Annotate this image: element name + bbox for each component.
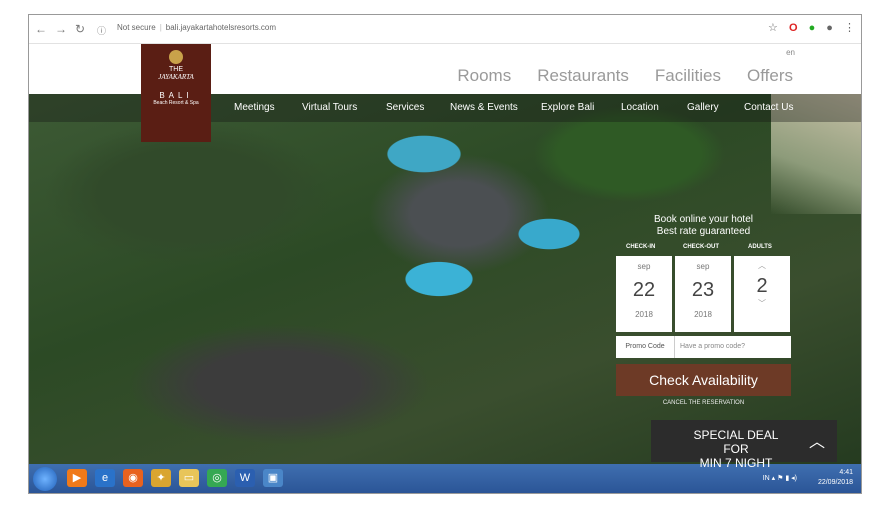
checkout-month: sep bbox=[696, 262, 710, 271]
checkout-date[interactable]: sep 23 2018 bbox=[675, 256, 731, 332]
firefox-icon[interactable]: ◉ bbox=[123, 469, 143, 487]
app-icon[interactable]: ✦ bbox=[151, 469, 171, 487]
promo-label: Promo Code bbox=[616, 336, 675, 358]
browser-chrome: ← → ↻ ⓘ Not secure | bali.jayakartahotelsr… bbox=[29, 15, 861, 44]
clock[interactable]: 4:41 22/09/2018 bbox=[818, 468, 853, 488]
chrome-icon[interactable]: ◎ bbox=[207, 469, 227, 487]
security-label: Not secure bbox=[117, 23, 156, 32]
language-indicator[interactable]: IN bbox=[763, 475, 770, 482]
booking-headers: CHECK-IN CHECK-OUT ADULTS bbox=[616, 242, 791, 256]
checkin-day: 22 bbox=[632, 279, 656, 301]
chevron-up-icon[interactable]: ︿ bbox=[809, 428, 825, 452]
account-icon[interactable]: ● bbox=[826, 22, 833, 34]
back-arrow-icon[interactable]: ← bbox=[35, 22, 47, 36]
logo-line-2: JAYAKARTA bbox=[158, 73, 194, 81]
deal-line-1: SPECIAL DEAL FOR bbox=[693, 428, 779, 456]
url-text: bali.jayakartahotelsresorts.com bbox=[165, 23, 277, 32]
tray-icons: IN ▴ ⚑ ▮ ◂) bbox=[763, 474, 797, 482]
clock-date: 22/09/2018 bbox=[817, 479, 853, 486]
start-button[interactable] bbox=[33, 467, 57, 491]
nav-restaurants[interactable]: Restaurants bbox=[537, 66, 629, 85]
subnav-meetings[interactable]: Meetings bbox=[234, 102, 275, 113]
reload-icon[interactable]: ↻ bbox=[75, 22, 85, 36]
subnav-services[interactable]: Services bbox=[386, 102, 424, 113]
checkin-month: sep bbox=[637, 262, 651, 271]
promo-field: Promo Code Have a promo code? bbox=[616, 336, 791, 358]
nav-facilities[interactable]: Facilities bbox=[655, 66, 721, 85]
logo-line-1: THE bbox=[169, 66, 183, 73]
info-icon[interactable]: ⓘ bbox=[97, 24, 106, 37]
checkin-date[interactable]: sep 22 2018 bbox=[616, 256, 672, 332]
checkin-label: CHECK-IN bbox=[626, 244, 656, 250]
extension-icon[interactable]: ● bbox=[809, 22, 816, 34]
promo-input[interactable]: Have a promo code? bbox=[680, 336, 745, 358]
nav-offers[interactable]: Offers bbox=[747, 66, 793, 85]
chevron-down-icon[interactable]: ﹀ bbox=[734, 298, 790, 309]
subnav-explore-bali[interactable]: Explore Bali bbox=[541, 102, 594, 113]
ie-icon[interactable]: e bbox=[95, 469, 115, 487]
booking-line-1: Book online your hotel bbox=[654, 214, 753, 225]
subnav-location[interactable]: Location bbox=[621, 102, 659, 113]
star-icon[interactable]: ☆ bbox=[768, 22, 778, 34]
special-deal-banner[interactable]: SPECIAL DEAL FOR MIN 7 NIGHT ︿ bbox=[651, 420, 837, 470]
checkout-year: 2018 bbox=[694, 310, 712, 319]
logo-line-4: Beach Resort & Spa bbox=[153, 100, 199, 106]
forward-arrow-icon[interactable]: → bbox=[55, 22, 67, 36]
booking-widget: Book online your hotel Best rate guarant… bbox=[616, 214, 791, 406]
subnav-contact-us[interactable]: Contact Us bbox=[744, 102, 793, 113]
subnav-virtual-tours[interactable]: Virtual Tours bbox=[302, 102, 357, 113]
checkout-day: 23 bbox=[691, 279, 715, 301]
webpage: en Rooms Restaurants Facilities Offers THE … bbox=[29, 44, 861, 470]
media-player-icon[interactable]: ▶ bbox=[67, 469, 87, 487]
hero-image: Meetings Virtual Tours Services News & E… bbox=[29, 94, 861, 464]
deal-text: SPECIAL DEAL FOR MIN 7 NIGHT bbox=[681, 428, 791, 470]
clock-time: 4:41 bbox=[839, 469, 853, 476]
cancel-reservation-link[interactable]: CANCEL THE RESERVATION bbox=[616, 400, 791, 406]
address-bar[interactable]: Not secure | bali.jayakartahotelsresorts.c… bbox=[117, 23, 276, 32]
flag-icon[interactable]: ▴ ⚑ bbox=[772, 475, 784, 482]
logo-line-3: BALI bbox=[159, 91, 193, 100]
subnav-news-events[interactable]: News & Events bbox=[450, 102, 518, 113]
folder-icon[interactable]: ▭ bbox=[179, 469, 199, 487]
check-availability-button[interactable]: Check Availability bbox=[616, 364, 791, 396]
checkout-label: CHECK-OUT bbox=[683, 244, 719, 250]
browser-actions: ☆ O ● ● ⋮ bbox=[760, 21, 855, 34]
menu-icon[interactable]: ⋮ bbox=[844, 22, 855, 34]
booking-line-2: Best rate guaranteed bbox=[656, 226, 751, 237]
volume-icon[interactable]: ◂) bbox=[791, 475, 797, 482]
adults-stepper[interactable]: ︿ 2 ﹀ bbox=[734, 256, 790, 332]
booking-fields: sep 22 2018 sep 23 2018 ︿ 2 ﹀ bbox=[616, 256, 791, 332]
hotel-logo[interactable]: THE JAYAKARTA BALI Beach Resort & Spa bbox=[141, 44, 211, 142]
deal-line-2: MIN 7 NIGHT bbox=[699, 456, 773, 470]
booking-title: Book online your hotel Best rate guarant… bbox=[616, 214, 791, 238]
checkin-year: 2018 bbox=[635, 310, 653, 319]
chevron-up-icon[interactable]: ︿ bbox=[734, 260, 790, 271]
window-icon[interactable]: ▣ bbox=[263, 469, 283, 487]
screen-frame: ← → ↻ ⓘ Not secure | bali.jayakartahotelsr… bbox=[28, 14, 862, 494]
adults-count: 2 bbox=[756, 275, 768, 297]
main-nav: Rooms Restaurants Facilities Offers bbox=[431, 66, 793, 86]
language-selector[interactable]: en bbox=[786, 48, 795, 57]
subnav-gallery[interactable]: Gallery bbox=[687, 102, 719, 113]
logo-seal-icon bbox=[169, 50, 183, 64]
word-icon[interactable]: W bbox=[235, 469, 255, 487]
opera-icon[interactable]: O bbox=[789, 22, 798, 34]
nav-rooms[interactable]: Rooms bbox=[457, 66, 511, 85]
network-icon[interactable]: ▮ bbox=[785, 475, 789, 482]
adults-label: ADULTS bbox=[748, 244, 772, 250]
